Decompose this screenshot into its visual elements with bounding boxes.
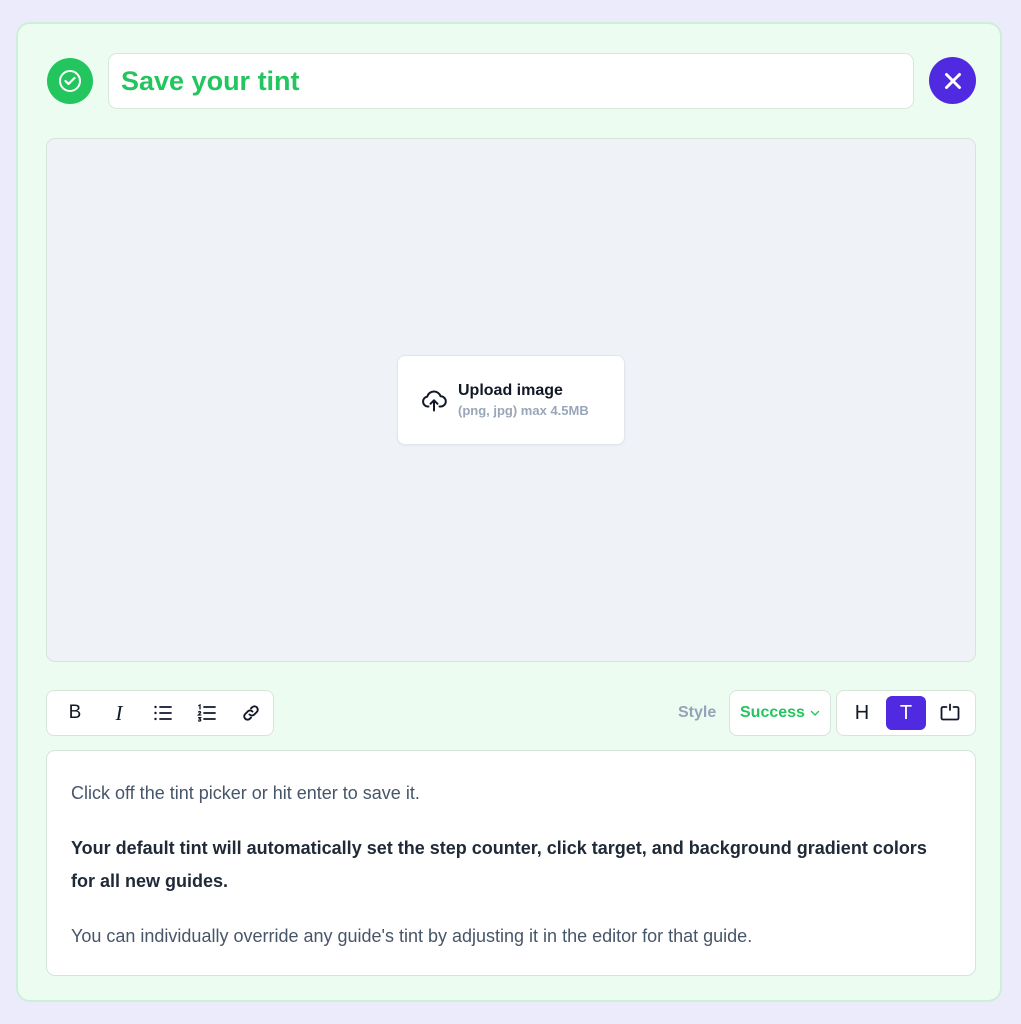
heading-mode-button[interactable]: H	[842, 696, 882, 730]
body-paragraph-2: Your default tint will automatically set…	[71, 838, 927, 891]
upload-label: Upload image	[458, 382, 563, 399]
numbered-list-icon	[197, 704, 217, 722]
bold-button[interactable]: B	[53, 695, 97, 731]
bold-icon: B	[68, 702, 82, 723]
close-button[interactable]	[929, 57, 976, 104]
upload-hint: (png, jpg) max 4.5MB	[458, 403, 589, 418]
body-paragraph-1: Click off the tint picker or hit enter t…	[71, 783, 420, 803]
button-block-icon	[939, 703, 961, 723]
text-mode-button[interactable]: T	[886, 696, 926, 730]
image-dropzone[interactable]: Upload image (png, jpg) max 4.5MB	[46, 138, 976, 662]
body-paragraph-3: You can individually override any guide'…	[71, 926, 753, 946]
link-icon	[241, 703, 261, 723]
close-icon	[943, 71, 963, 91]
bullet-list-icon	[153, 704, 173, 722]
style-value: Success	[740, 704, 805, 721]
format-toolbar: B I	[46, 690, 274, 736]
tint-title-text: Save your tint	[121, 65, 300, 96]
style-dropdown[interactable]: Success	[729, 690, 831, 736]
text-icon: T	[899, 701, 913, 724]
cloud-upload-icon	[420, 386, 448, 414]
button-mode-button[interactable]	[930, 696, 970, 730]
upload-image-button[interactable]: Upload image (png, jpg) max 4.5MB	[397, 355, 625, 445]
tint-dialog: Save your tint Upload image (png, jpg) m…	[16, 22, 1002, 1002]
numbered-list-button[interactable]	[185, 695, 229, 731]
body-text-editor[interactable]: Click off the tint picker or hit enter t…	[46, 750, 976, 976]
italic-icon: I	[115, 700, 123, 725]
block-type-toggle: H T	[836, 690, 976, 736]
bullet-list-button[interactable]	[141, 695, 185, 731]
italic-button[interactable]: I	[97, 695, 141, 731]
tint-title-input[interactable]: Save your tint	[108, 53, 914, 109]
chevron-down-icon	[809, 707, 821, 719]
style-label: Style	[678, 704, 717, 721]
check-circle-icon	[47, 58, 93, 104]
link-button[interactable]	[229, 695, 273, 731]
heading-icon: H	[854, 701, 870, 724]
